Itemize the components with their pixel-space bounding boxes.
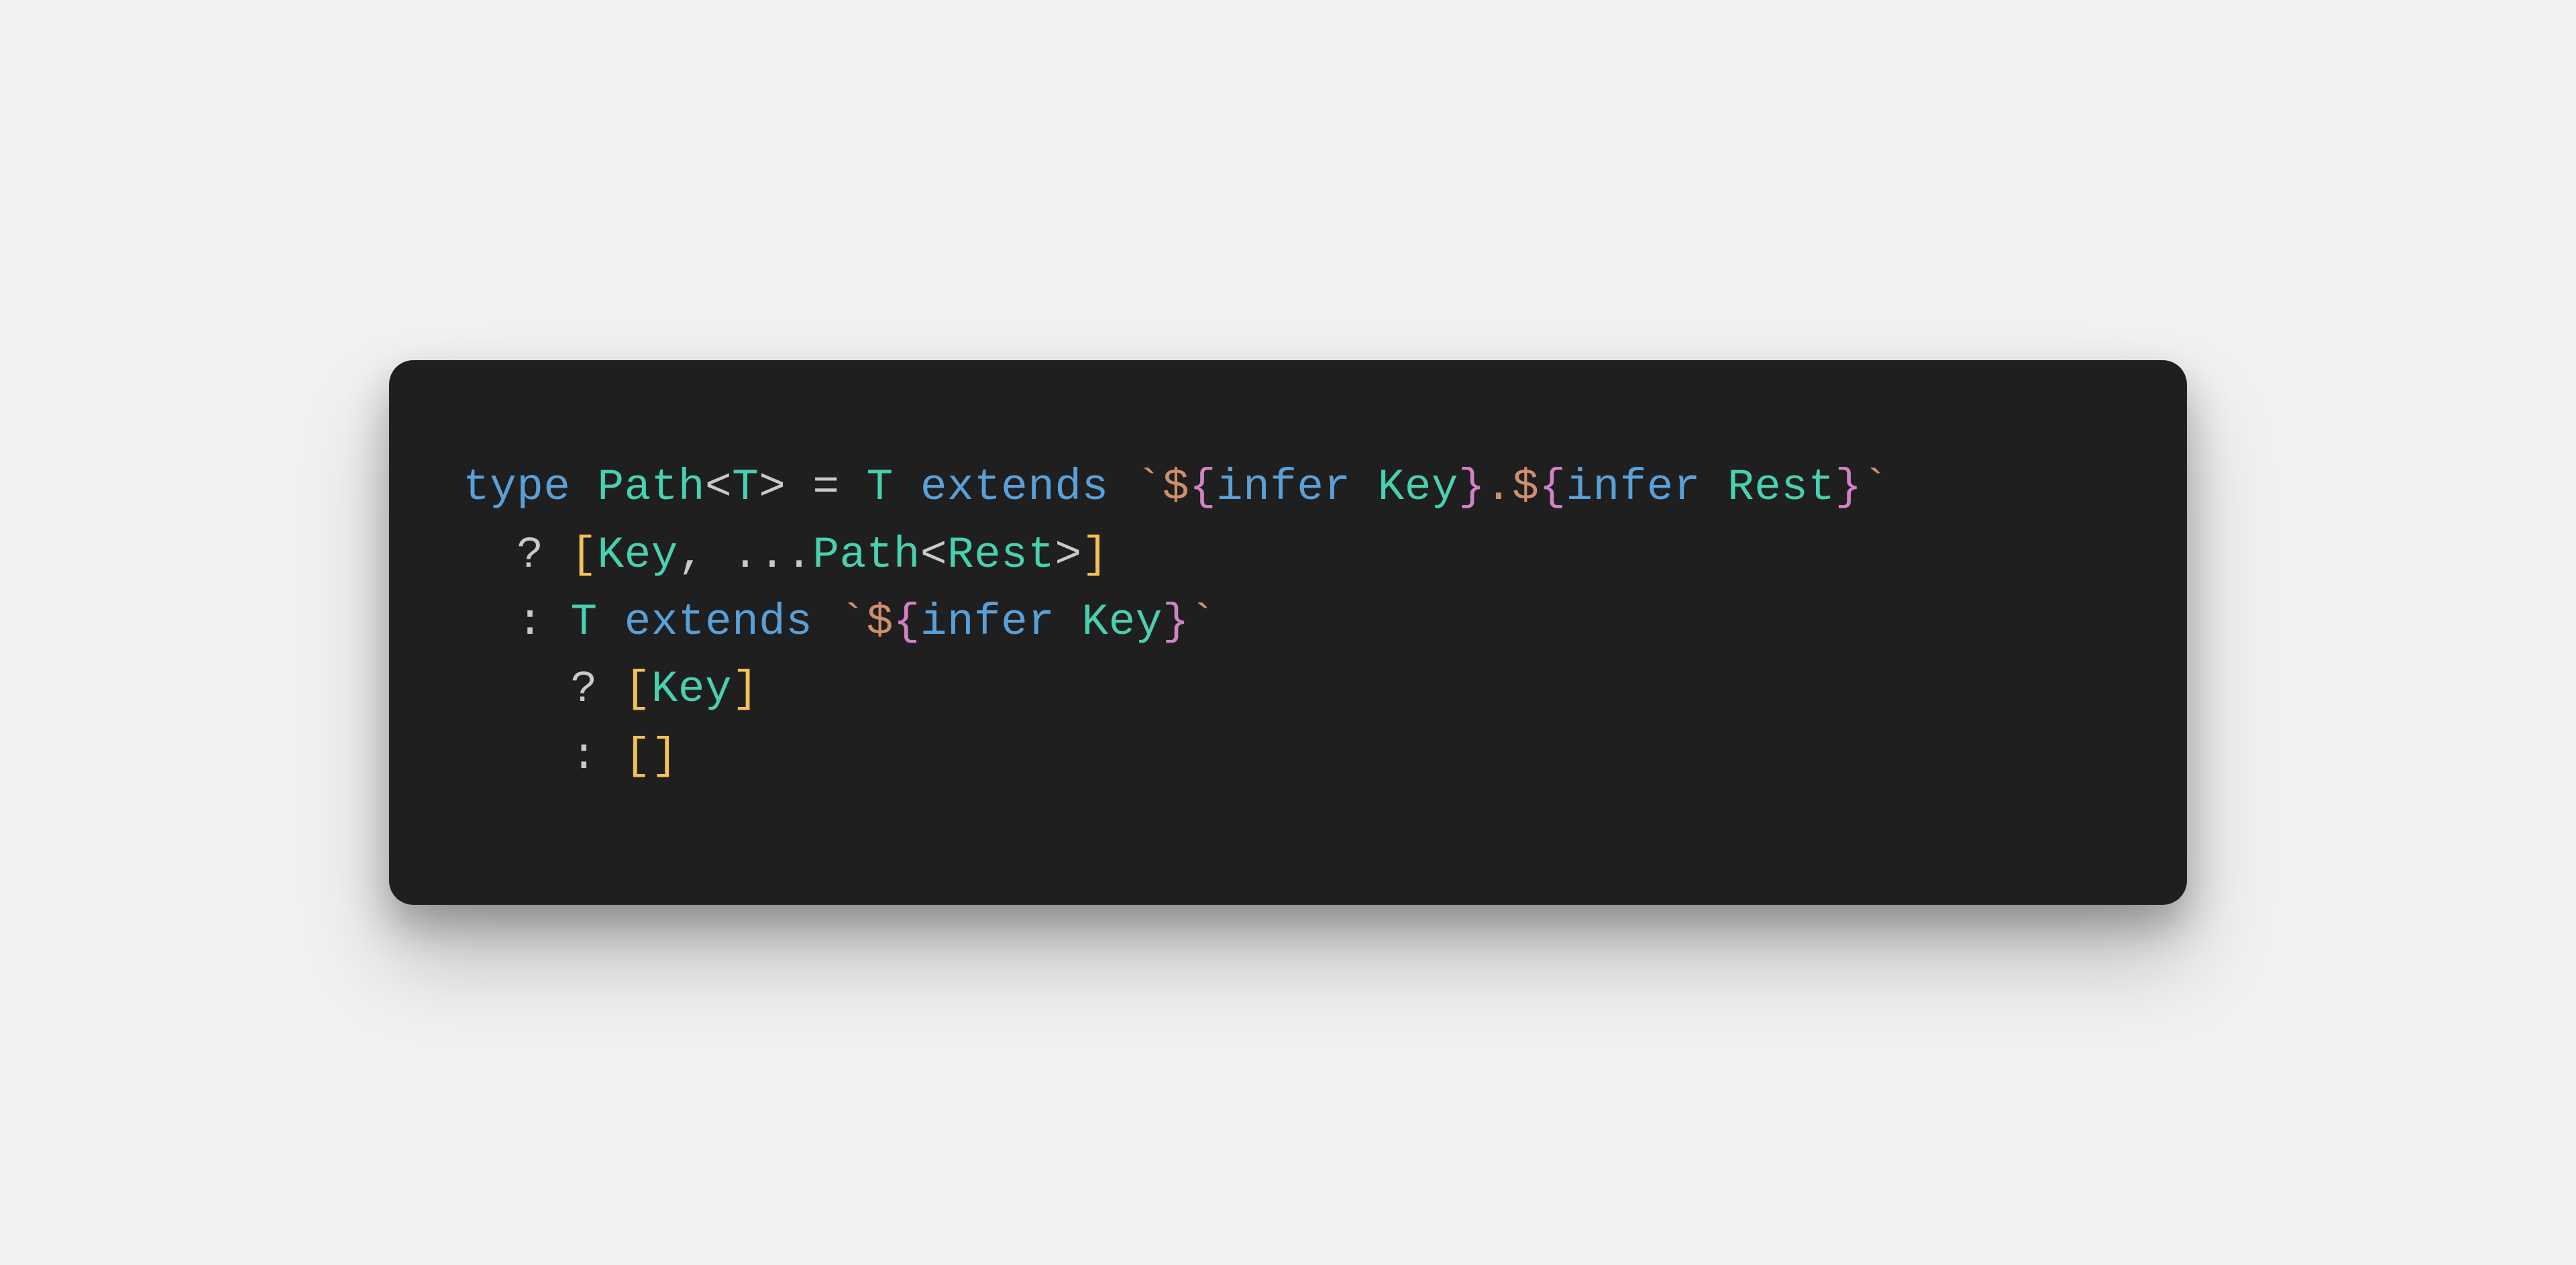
- code-token: :: [570, 731, 624, 781]
- code-line: ? [Key, ...Path<Rest>]: [463, 530, 1109, 580]
- code-token: Rest: [1727, 462, 1835, 512]
- code-token: `: [1136, 462, 1163, 512]
- code-token: }: [1163, 597, 1189, 647]
- code-token: [: [625, 731, 651, 781]
- code-token: }: [1458, 462, 1485, 512]
- code-token: ?: [517, 530, 570, 580]
- code-indent: [463, 731, 570, 781]
- code-token: >: [759, 462, 786, 512]
- code-token: <: [920, 530, 947, 580]
- code-token: Key: [1378, 462, 1458, 512]
- code-token: `: [840, 597, 867, 647]
- code-token: :: [517, 597, 570, 647]
- code-token: `: [1862, 462, 1889, 512]
- code-token: `: [1189, 597, 1216, 647]
- code-token: type: [463, 462, 598, 512]
- code-line: ? [Key]: [463, 664, 759, 714]
- code-token: ...: [732, 530, 812, 580]
- code-token: <: [705, 462, 732, 512]
- code-token: extends: [598, 597, 840, 647]
- code-token: ]: [732, 664, 759, 714]
- code-token: $: [1163, 462, 1189, 512]
- code-token: infer: [920, 597, 1082, 647]
- code-token: T: [867, 462, 894, 512]
- code-token: infer: [1216, 462, 1378, 512]
- code-line: : []: [463, 731, 678, 781]
- code-token: }: [1835, 462, 1862, 512]
- code-line: : T extends `${infer Key}`: [463, 597, 1216, 647]
- code-token: Path: [598, 462, 705, 512]
- code-block[interactable]: type Path<T> = T extends `${infer Key}.$…: [463, 454, 2113, 791]
- code-token: .: [1485, 462, 1512, 512]
- code-token: {: [1539, 462, 1566, 512]
- code-indent: [463, 664, 570, 714]
- code-token: Key: [651, 664, 732, 714]
- code-token: ?: [570, 664, 624, 714]
- page-background: type Path<T> = T extends `${infer Key}.$…: [0, 0, 2576, 1265]
- code-token: [: [625, 664, 651, 714]
- code-token: Key: [598, 530, 678, 580]
- code-token: $: [867, 597, 894, 647]
- code-token: extends: [894, 462, 1136, 512]
- code-token: [: [570, 530, 597, 580]
- code-token: Key: [1081, 597, 1162, 647]
- code-indent: [463, 530, 517, 580]
- code-token: T: [732, 462, 759, 512]
- code-token: Rest: [947, 530, 1055, 580]
- code-token: infer: [1566, 462, 1727, 512]
- code-token: ]: [1082, 530, 1109, 580]
- code-token: ]: [651, 731, 678, 781]
- code-token: Path: [812, 530, 920, 580]
- code-token: {: [1189, 462, 1216, 512]
- code-indent: [463, 597, 517, 647]
- code-token: T: [570, 597, 597, 647]
- code-token: $: [1512, 462, 1539, 512]
- code-token: {: [894, 597, 920, 647]
- code-token: >: [1055, 530, 1081, 580]
- code-token: ,: [678, 530, 732, 580]
- code-token: =: [786, 462, 866, 512]
- code-snippet-card: type Path<T> = T extends `${infer Key}.$…: [389, 360, 2187, 905]
- code-line: type Path<T> = T extends `${infer Key}.$…: [463, 462, 1889, 512]
